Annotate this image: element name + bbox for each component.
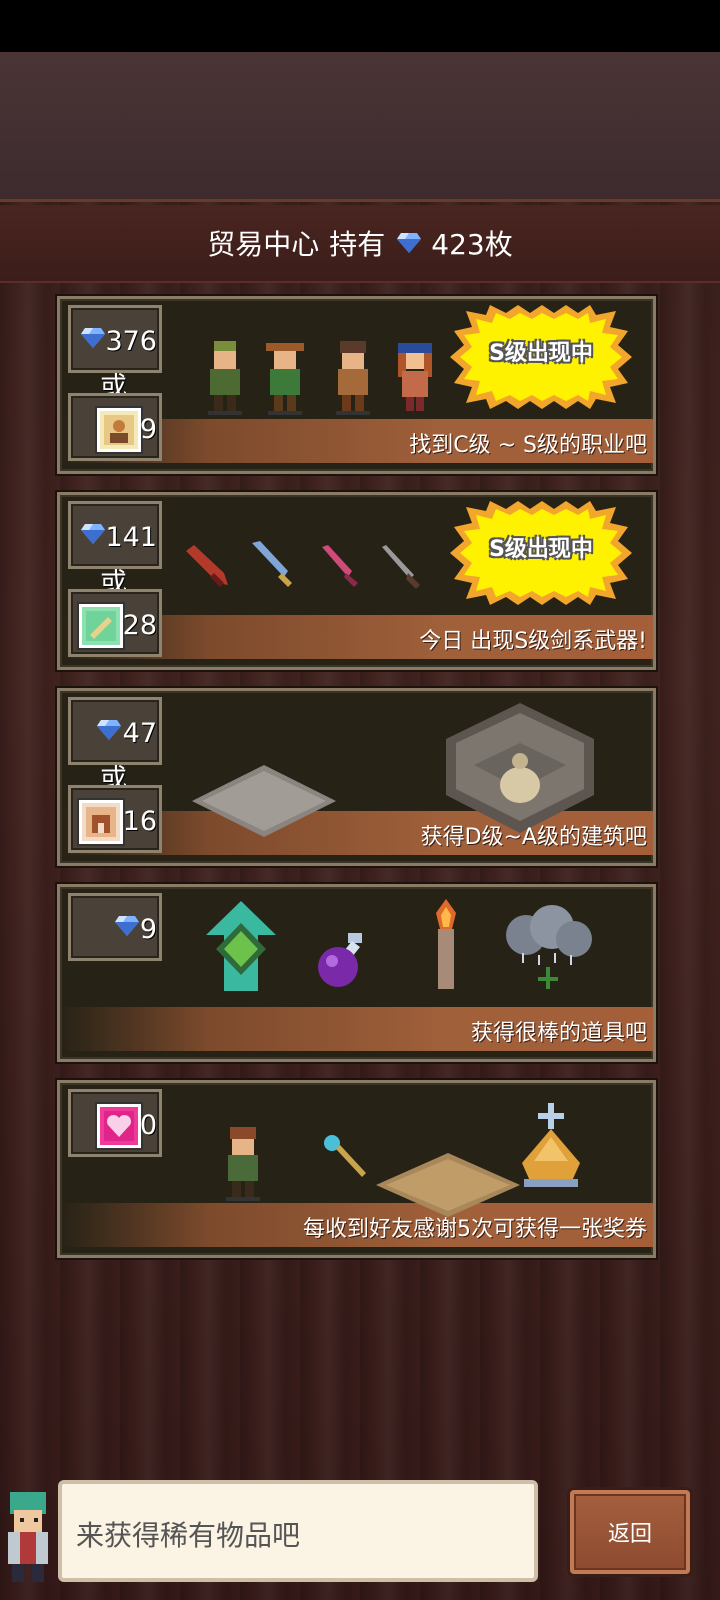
character-sprite	[266, 343, 304, 415]
gem-price: 376	[105, 326, 157, 357]
ticket-price-box[interactable]: 16	[68, 785, 162, 853]
torch-item-sprite	[436, 899, 456, 989]
header-bar: 贸易中心 持有 423枚	[0, 205, 720, 283]
trade-card-friend[interactable]: 0 每收到好友感谢5次可获得一张奖券	[57, 1080, 656, 1258]
gem-icon	[115, 916, 139, 940]
weapon-sprite	[322, 545, 358, 587]
gem-icon	[397, 227, 422, 260]
trade-card-items[interactable]: 9 获得很棒的道具吧	[57, 884, 656, 1062]
gem-icon	[97, 720, 121, 744]
card-description: 每收到好友感谢5次可获得一张奖券	[303, 1217, 647, 1242]
gem-price: 9	[139, 914, 157, 945]
potion-item-sprite	[318, 933, 362, 987]
weapon-ticket-icon	[79, 604, 123, 648]
gem-price: 141	[105, 522, 157, 553]
card-description: 获得很棒的道具吧	[470, 1021, 647, 1046]
building-ticket-icon	[79, 800, 123, 844]
golden-bell-item-sprite	[522, 1103, 580, 1187]
ticket-price-box[interactable]: 0	[68, 1089, 162, 1157]
card-description: 获得D级~A级的建筑吧	[420, 825, 647, 850]
gem-icon	[81, 328, 105, 352]
sand-floor-sprite	[376, 1153, 520, 1217]
gem-price-box[interactable]: 376	[68, 305, 162, 373]
weapon-sprite	[382, 545, 420, 589]
back-button[interactable]: 返回	[570, 1490, 690, 1574]
trade-card-weapons[interactable]: 141 或 28 S级出现中 今日 出现S级剑系武器!	[57, 492, 656, 670]
gem-count: 423枚	[431, 228, 513, 261]
back-button-label: 返回	[607, 1522, 652, 1547]
ticket-count: 0	[139, 1110, 157, 1141]
character-ticket-icon	[97, 408, 141, 452]
character-sprite	[226, 1127, 260, 1201]
holding-label: 持有	[329, 228, 386, 261]
card-description: 找到C级 ~ S级的职业吧	[409, 433, 647, 458]
gem-price-box[interactable]: 9	[68, 893, 162, 961]
s-rank-label: S级出现中	[489, 537, 593, 562]
stone-floor-sprite	[192, 765, 336, 837]
card-description: 今日 出现S级剑系武器!	[419, 629, 647, 654]
gem-price-box[interactable]: 47	[68, 697, 162, 765]
character-sprite	[398, 343, 432, 411]
page-title: 贸易中心	[207, 228, 320, 261]
trade-card-jobs[interactable]: 376 或 9 S级出现中 找到C级 ~ S级的职业吧	[57, 296, 656, 474]
scepter-item-sprite	[324, 1135, 366, 1177]
dialog-message: 来获得稀有物品吧	[76, 1519, 301, 1552]
weapon-sprite	[186, 545, 228, 587]
storm-cloud-item-sprite	[506, 905, 592, 989]
character-sprite	[208, 341, 242, 415]
ticket-count: 9	[139, 414, 157, 445]
character-sprite	[336, 341, 370, 415]
heart-ticket-icon	[97, 1104, 141, 1148]
status-bar	[0, 0, 720, 52]
gem-price: 47	[122, 718, 157, 749]
ticket-price-box[interactable]: 28	[68, 589, 162, 657]
message-dialog: 来获得稀有物品吧	[58, 1480, 538, 1582]
top-panel	[0, 52, 720, 202]
ticket-count: 28	[122, 610, 157, 641]
ticket-count: 16	[122, 806, 157, 837]
shrine-building-sprite	[446, 703, 594, 833]
gem-price-box[interactable]: 141	[68, 501, 162, 569]
trade-card-buildings[interactable]: 47 或 16 获得D级~A级的建筑吧	[57, 688, 656, 866]
s-rank-label: S级出现中	[489, 341, 593, 366]
weapon-sprite	[252, 541, 292, 587]
guide-avatar	[8, 1492, 48, 1582]
gem-icon	[81, 524, 105, 548]
upgrade-arrow-item-sprite	[206, 901, 276, 991]
ticket-price-box[interactable]: 9	[68, 393, 162, 461]
